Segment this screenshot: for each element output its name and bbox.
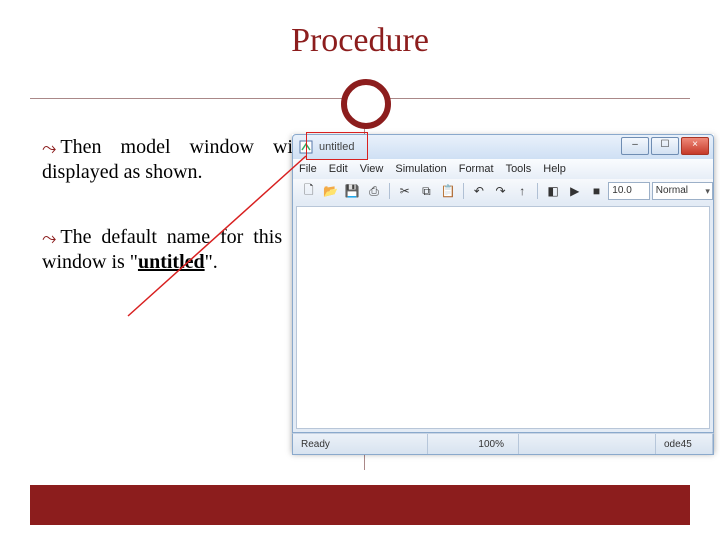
status-zoom: 100%	[428, 434, 519, 454]
minimize-button[interactable]: –	[621, 137, 649, 155]
run-icon[interactable]: ▶	[565, 181, 585, 201]
paste-icon[interactable]: 📋	[438, 181, 458, 201]
config-icon[interactable]: ◧	[543, 181, 563, 201]
model-canvas[interactable]	[296, 206, 710, 429]
model-window: untitled – ☐ × File Edit View Simulation…	[292, 134, 714, 452]
menu-tools[interactable]: Tools	[506, 163, 532, 175]
status-ready: Ready	[293, 434, 428, 454]
print-icon[interactable]: ⎙	[364, 181, 384, 201]
menu-simulation[interactable]: Simulation	[395, 163, 446, 175]
menu-help[interactable]: Help	[543, 163, 566, 175]
status-solver: ode45	[656, 434, 713, 454]
copy-icon[interactable]: ⧉	[417, 181, 437, 201]
status-bar: Ready 100% ode45	[292, 433, 714, 455]
slide: Procedure ⤳Then model window will be dis…	[0, 0, 720, 540]
menu-file[interactable]: File	[299, 163, 317, 175]
menu-format[interactable]: Format	[459, 163, 494, 175]
toolbar-sep	[389, 183, 390, 199]
toolbar: 🗋 📂 💾 ⎙ ✂ ⧉ 📋 ↶ ↷ ↑ ◧ ▶ ■ 10.0 Normal	[292, 179, 714, 203]
up-icon[interactable]: ↑	[512, 181, 532, 201]
footer-bar	[30, 485, 690, 525]
maximize-button[interactable]: ☐	[651, 137, 679, 155]
redo-icon[interactable]: ↷	[491, 181, 511, 201]
save-icon[interactable]: 💾	[342, 181, 362, 201]
window-title: untitled	[319, 141, 354, 153]
toolbar-sep	[537, 183, 538, 199]
window-controls: – ☐ ×	[621, 137, 709, 155]
bullet-icon: ⤳	[42, 227, 56, 250]
app-icon	[299, 140, 313, 154]
new-icon[interactable]: 🗋	[299, 181, 319, 201]
sim-mode-select[interactable]: Normal	[652, 182, 713, 200]
menu-bar: File Edit View Simulation Format Tools H…	[292, 159, 714, 179]
bullet-icon: ⤳	[42, 137, 56, 160]
stop-icon[interactable]: ■	[587, 181, 607, 201]
canvas-frame	[292, 203, 714, 433]
menu-view[interactable]: View	[360, 163, 384, 175]
toolbar-sep	[463, 183, 464, 199]
close-button[interactable]: ×	[681, 137, 709, 155]
cut-icon[interactable]: ✂	[395, 181, 415, 201]
status-blank	[519, 434, 656, 454]
stop-time-field[interactable]: 10.0	[608, 182, 649, 200]
slide-title: Procedure	[0, 22, 720, 60]
title-circle-ornament	[341, 79, 391, 129]
open-icon[interactable]: 📂	[321, 181, 341, 201]
titlebar[interactable]: untitled – ☐ ×	[292, 134, 714, 159]
undo-icon[interactable]: ↶	[469, 181, 489, 201]
menu-edit[interactable]: Edit	[329, 163, 348, 175]
